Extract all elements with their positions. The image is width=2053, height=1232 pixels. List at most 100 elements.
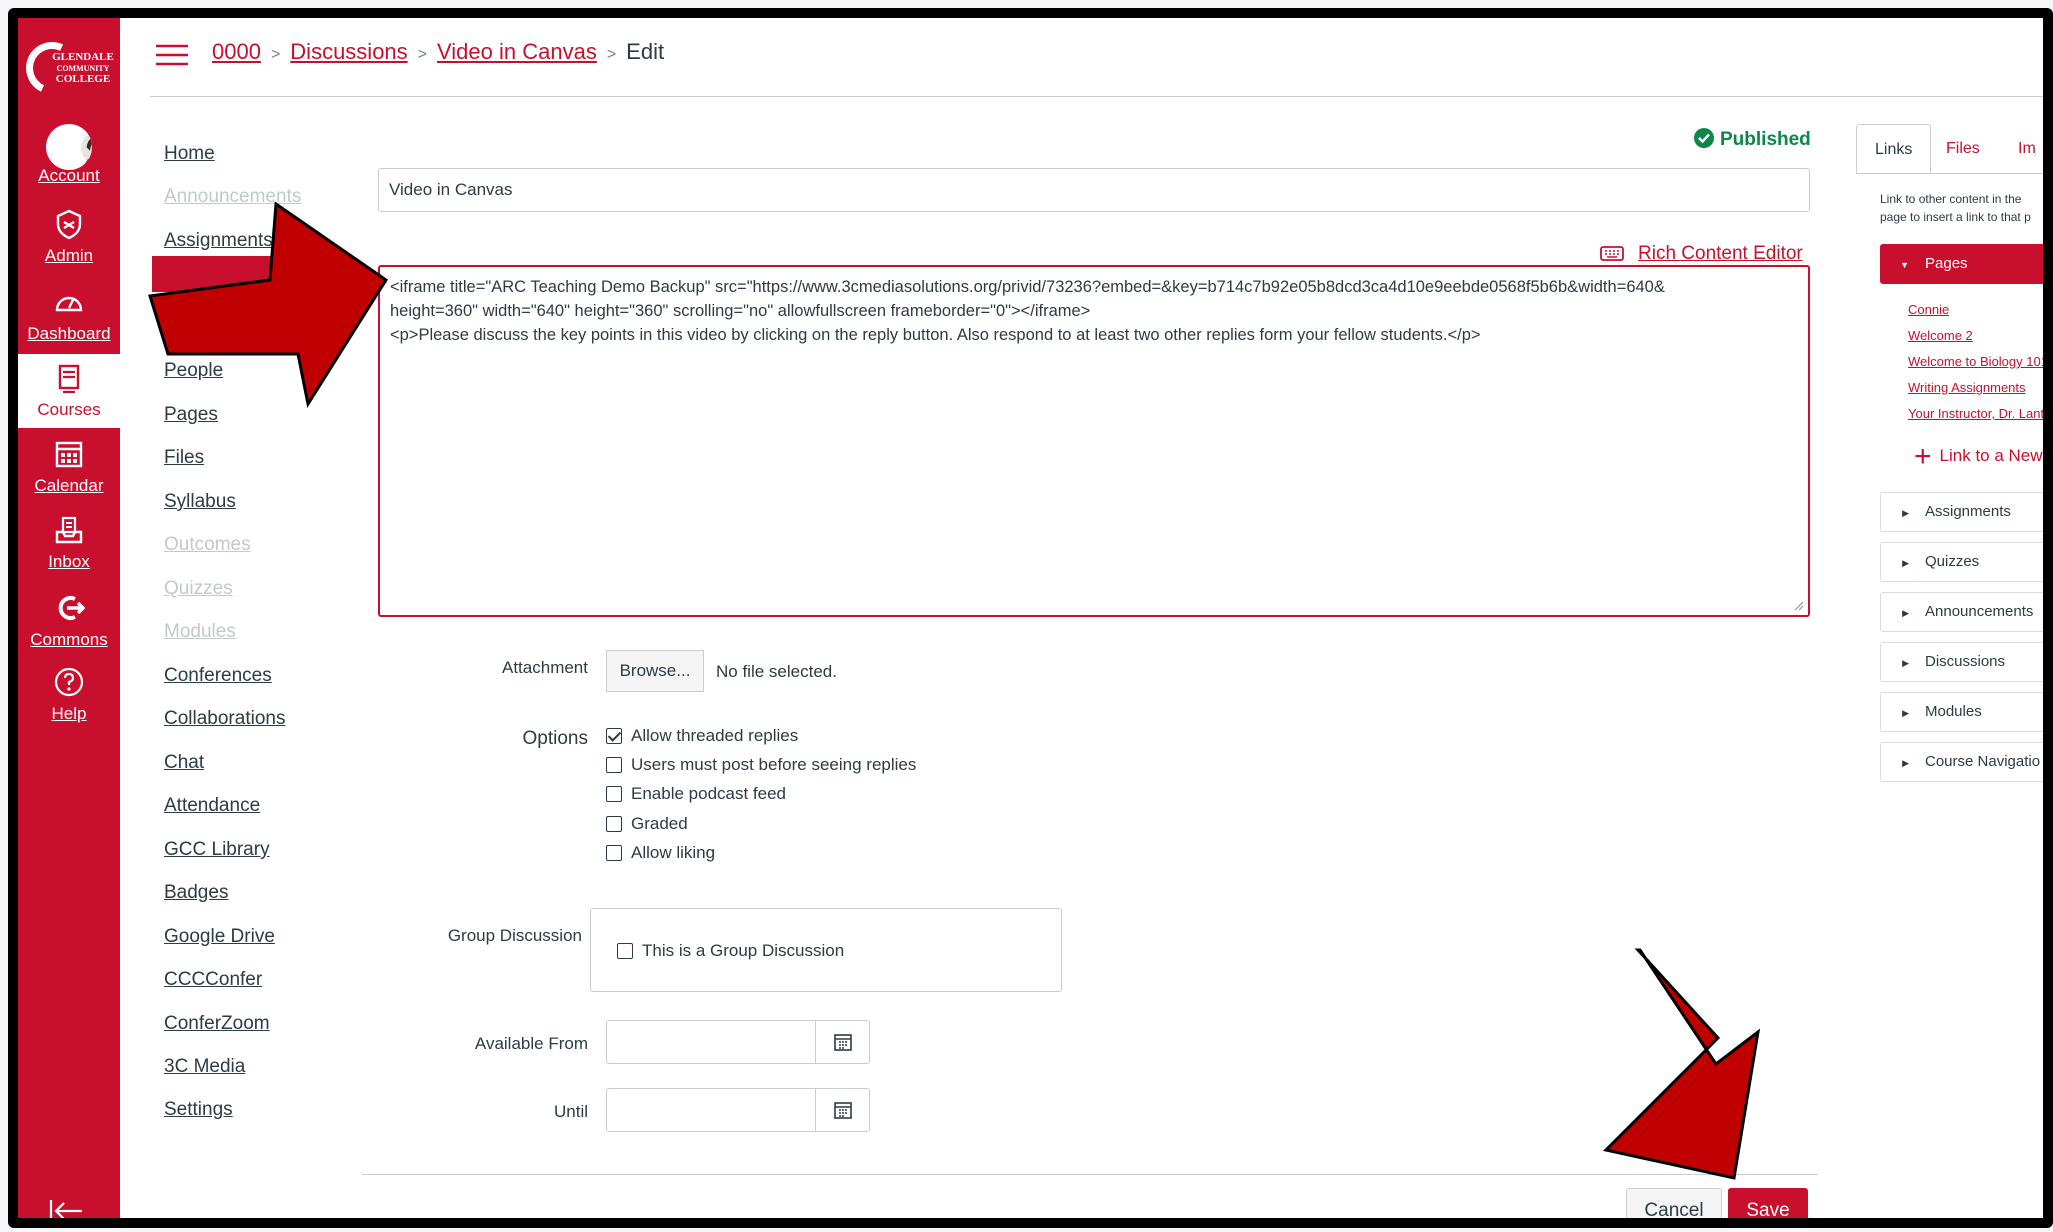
nav-help[interactable]: Help bbox=[18, 658, 120, 732]
discussion-title-input[interactable]: Video in Canvas bbox=[378, 168, 1810, 212]
breadcrumb-course[interactable]: 0000 bbox=[212, 39, 261, 64]
breadcrumb: 0000 > Discussions > Video in Canvas > Edit bbox=[212, 39, 664, 65]
book-icon bbox=[58, 364, 80, 394]
html-line: <iframe title="ARC Teaching Demo Backup"… bbox=[390, 278, 1665, 296]
no-file-text: No file selected. bbox=[716, 662, 837, 681]
commons-icon bbox=[58, 596, 85, 620]
nav-account[interactable]: Account bbox=[18, 120, 120, 194]
course-nav-announcements[interactable]: Announcements bbox=[164, 186, 301, 208]
option-threaded-replies[interactable]: Allow threaded replies bbox=[606, 726, 798, 746]
speedometer-icon bbox=[55, 296, 83, 312]
sidebar-page-link[interactable]: Welcome 2 bbox=[1908, 328, 1973, 343]
shield-icon bbox=[56, 209, 82, 240]
group-discussion-box: This is a Group Discussion bbox=[590, 908, 1062, 992]
question-icon bbox=[54, 667, 84, 697]
triangle-right-icon: ▶ bbox=[1902, 558, 1909, 568]
sidebar-section-pages[interactable]: ▼ Pages bbox=[1880, 244, 2043, 284]
checkbox[interactable] bbox=[606, 816, 622, 832]
browse-button[interactable]: Browse... bbox=[606, 650, 704, 692]
arrow-to-save-button bbox=[1602, 948, 1761, 1180]
resize-grip-icon[interactable] bbox=[1792, 599, 1804, 611]
course-nav-badges[interactable]: Badges bbox=[164, 882, 228, 904]
content-sidebar-tabs: Links Files Im bbox=[1856, 124, 2043, 174]
tab-files[interactable]: Files bbox=[1928, 124, 1998, 174]
course-nav-people[interactable]: People bbox=[164, 360, 223, 382]
course-nav-active-highlight bbox=[152, 256, 290, 292]
keyboard-icon bbox=[1600, 246, 1624, 261]
hamburger-menu-icon[interactable] bbox=[156, 44, 188, 66]
calendar-icon bbox=[55, 441, 83, 468]
calendar-icon bbox=[834, 1034, 852, 1051]
published-status[interactable]: Published bbox=[1694, 128, 1811, 151]
course-nav-assignments[interactable]: Assignments bbox=[164, 230, 273, 252]
course-nav-files[interactable]: Files bbox=[164, 447, 204, 469]
nav-admin[interactable]: Admin bbox=[18, 200, 120, 274]
save-button[interactable]: Save bbox=[1728, 1188, 1808, 1218]
checkbox[interactable] bbox=[606, 786, 622, 802]
rich-content-editor-toggle[interactable]: Rich Content Editor bbox=[1600, 243, 1803, 265]
screenshot-frame: GLENDALE COMMUNITY COLLEGE Account Admin… bbox=[8, 8, 2053, 1228]
breadcrumb-discussions[interactable]: Discussions bbox=[290, 39, 407, 64]
course-nav-pages[interactable]: Pages bbox=[164, 404, 218, 426]
sidebar-page-link[interactable]: Writing Assignments bbox=[1908, 380, 2026, 395]
course-nav-chat[interactable]: Chat bbox=[164, 752, 204, 774]
sidebar-section-modules[interactable]: ▶ Modules bbox=[1880, 692, 2043, 732]
available-from-calendar-button[interactable] bbox=[815, 1021, 869, 1063]
course-nav-conferences[interactable]: Conferences bbox=[164, 665, 272, 687]
sidebar-page-link[interactable]: Your Instructor, Dr. Lantz bbox=[1908, 406, 2043, 421]
nav-calendar-label: Calendar bbox=[34, 476, 104, 495]
nav-dashboard[interactable]: Dashboard bbox=[18, 278, 120, 352]
sidebar-section-announcements[interactable]: ▶ Announcements bbox=[1880, 592, 2043, 632]
until-input[interactable] bbox=[606, 1088, 870, 1132]
course-nav-settings[interactable]: Settings bbox=[164, 1099, 233, 1121]
collapse-nav-icon[interactable] bbox=[48, 1198, 84, 1224]
available-from-input[interactable] bbox=[606, 1020, 870, 1064]
triangle-right-icon: ▶ bbox=[1902, 508, 1909, 518]
course-nav-3c-media[interactable]: 3C Media bbox=[164, 1056, 245, 1078]
breadcrumb-discussion-title[interactable]: Video in Canvas bbox=[437, 39, 597, 64]
course-nav-outcomes[interactable]: Outcomes bbox=[164, 534, 251, 556]
checkbox[interactable] bbox=[606, 845, 622, 861]
course-nav-gcc-library[interactable]: GCC Library bbox=[164, 839, 270, 861]
global-nav: GLENDALE COMMUNITY COLLEGE Account Admin… bbox=[18, 18, 120, 1218]
course-nav-attendance[interactable]: Attendance bbox=[164, 795, 260, 817]
group-discussion-option[interactable]: This is a Group Discussion bbox=[617, 941, 844, 961]
triangle-right-icon: ▶ bbox=[1902, 708, 1909, 718]
sidebar-section-quizzes[interactable]: ▶ Quizzes bbox=[1880, 542, 2043, 582]
sidebar-description: Link to other content in the page to ins… bbox=[1880, 192, 2031, 224]
nav-calendar[interactable]: Calendar bbox=[18, 430, 120, 504]
nav-help-label: Help bbox=[51, 704, 87, 723]
html-editor-textarea[interactable]: <iframe title="ARC Teaching Demo Backup"… bbox=[378, 265, 1810, 617]
sidebar-page-link[interactable]: Welcome to Biology 101 bbox=[1908, 354, 2043, 369]
cancel-button[interactable]: Cancel bbox=[1626, 1188, 1722, 1218]
link-to-new-page[interactable]: + Link to a New bbox=[1914, 440, 2043, 474]
course-nav-collaborations[interactable]: Collaborations bbox=[164, 708, 285, 730]
course-nav-quizzes[interactable]: Quizzes bbox=[164, 578, 233, 600]
college-logo[interactable]: GLENDALE COMMUNITY COLLEGE bbox=[18, 32, 114, 102]
checkbox[interactable] bbox=[606, 757, 622, 773]
course-nav-cccconfer[interactable]: CCCConfer bbox=[164, 969, 262, 991]
sidebar-section-course-navigation[interactable]: ▶ Course Navigatio bbox=[1880, 742, 2043, 782]
course-nav-modules[interactable]: Modules bbox=[164, 621, 236, 643]
triangle-right-icon: ▶ bbox=[1902, 608, 1909, 618]
nav-inbox[interactable]: Inbox bbox=[18, 506, 120, 580]
tab-images[interactable]: Im bbox=[2000, 124, 2043, 174]
course-nav-google-drive[interactable]: Google Drive bbox=[164, 926, 275, 948]
course-nav-home[interactable]: Home bbox=[164, 143, 215, 165]
option-podcast-feed[interactable]: Enable podcast feed bbox=[606, 784, 786, 804]
sidebar-section-assignments[interactable]: ▶ Assignments bbox=[1880, 492, 2043, 532]
course-nav-syllabus[interactable]: Syllabus bbox=[164, 491, 236, 513]
sidebar-page-link[interactable]: Connie bbox=[1908, 302, 1949, 317]
checkbox[interactable] bbox=[606, 728, 622, 744]
sidebar-section-discussions[interactable]: ▶ Discussions bbox=[1880, 642, 2043, 682]
checkbox[interactable] bbox=[617, 943, 633, 959]
option-graded[interactable]: Graded bbox=[606, 814, 688, 834]
until-calendar-button[interactable] bbox=[815, 1089, 869, 1131]
course-nav-conferzoom[interactable]: ConferZoom bbox=[164, 1013, 270, 1035]
option-post-before-seeing[interactable]: Users must post before seeing replies bbox=[606, 755, 916, 775]
footer-divider bbox=[362, 1174, 1818, 1175]
nav-courses[interactable]: Courses bbox=[18, 354, 120, 428]
tab-links[interactable]: Links bbox=[1856, 124, 1932, 174]
option-allow-liking[interactable]: Allow liking bbox=[606, 843, 715, 863]
nav-commons[interactable]: Commons bbox=[18, 584, 120, 658]
